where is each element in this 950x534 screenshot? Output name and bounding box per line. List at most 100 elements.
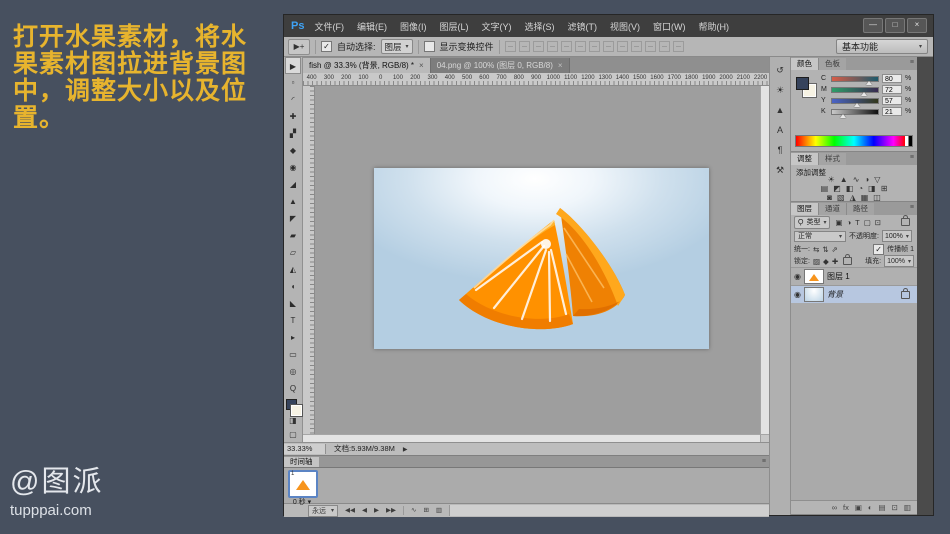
timeline-scrollbar[interactable] — [449, 505, 769, 516]
background-color-swatch[interactable] — [291, 405, 302, 416]
dodge-tool[interactable]: ◖ — [285, 278, 301, 295]
channel-value-field[interactable]: 72 — [882, 85, 902, 94]
paragraph-panel-icon[interactable]: ¶ — [772, 143, 788, 157]
filter-type-layers-icon[interactable]: T — [855, 218, 860, 227]
panel-menu-icon[interactable]: ≡ — [910, 59, 914, 66]
path-selection-tool[interactable]: ▸ — [285, 329, 301, 346]
lock-transparency-icon[interactable]: ▨ — [813, 257, 820, 266]
menu-window[interactable]: 窗口(W) — [653, 20, 686, 33]
levels-icon[interactable]: ▲ — [840, 176, 848, 184]
filter-adjustment-layers-icon[interactable]: ◑ — [847, 218, 852, 227]
filter-switch-icon[interactable] — [901, 215, 910, 226]
filter-type-dropdown[interactable]: Ϙ 类型 ▾ — [794, 215, 831, 229]
eraser-tool[interactable]: ▰ — [285, 227, 301, 244]
zoom-tool[interactable]: Q — [285, 380, 301, 397]
layer-name[interactable]: 背景 — [827, 289, 843, 300]
distribute-left-edges-icon[interactable] — [630, 41, 642, 52]
zoom-level-field[interactable]: 33.33% — [284, 444, 326, 454]
type-tool[interactable]: T — [285, 312, 301, 329]
tab-swatches[interactable]: 色板 — [818, 58, 846, 70]
hand-tool[interactable]: ◎ — [285, 363, 301, 380]
align-horizontal-centers-icon[interactable] — [560, 41, 572, 52]
move-tool-preset-icon[interactable]: ▶+ — [288, 38, 310, 55]
black-slider[interactable]: K 21 % — [821, 106, 913, 118]
menu-file[interactable]: 文件(F) — [314, 20, 344, 33]
canvas-viewport[interactable] — [303, 86, 769, 434]
lock-all-icon[interactable] — [843, 254, 853, 265]
unify-position-icon[interactable]: ⇆ — [813, 245, 819, 254]
black-white-icon[interactable]: ◧ — [846, 185, 854, 193]
align-right-edges-icon[interactable] — [574, 41, 586, 52]
lock-position-icon[interactable]: ✚ — [832, 257, 838, 266]
tab-styles[interactable]: 样式 — [818, 153, 846, 165]
workspace-dropdown[interactable]: 基本功能 ▾ — [836, 39, 928, 54]
animation-frame-1[interactable]: 1 — [288, 470, 318, 498]
status-options-arrow[interactable]: ▶ — [403, 446, 408, 453]
slider-thumb[interactable] — [854, 102, 861, 107]
slider-thumb[interactable] — [840, 113, 847, 118]
clone-stamp-tool[interactable]: ▲ — [285, 193, 301, 210]
adjustments-panel-icon[interactable]: ☀ — [772, 83, 788, 97]
distribute-top-edges-icon[interactable] — [588, 41, 600, 52]
timeline-tab[interactable]: 时间轴 — [284, 457, 319, 467]
brush-tool[interactable]: ◢ — [285, 176, 301, 193]
rectangle-tool[interactable]: ▭ — [285, 346, 301, 363]
color-spectrum-ramp[interactable] — [795, 135, 913, 147]
panel-menu-icon[interactable]: ≡ — [910, 154, 914, 161]
next-frame-button[interactable]: ▶▶ — [386, 505, 396, 516]
distribute-vertical-centers-icon[interactable] — [602, 41, 614, 52]
brightness-contrast-icon[interactable]: ☀ — [828, 176, 835, 184]
lock-pixels-icon[interactable]: ◆ — [823, 257, 829, 266]
document-tab-fish[interactable]: fish @ 33.3% (背景, RGB/8) * × — [303, 58, 431, 73]
menu-select[interactable]: 选择(S) — [524, 20, 554, 33]
blur-tool[interactable]: ◭ — [285, 261, 301, 278]
align-vertical-centers-icon[interactable] — [518, 41, 530, 52]
screen-mode-button[interactable]: ▢ — [285, 428, 301, 442]
layer-name[interactable]: 图层 1 — [827, 271, 850, 282]
filter-shape-layers-icon[interactable]: ▢ — [864, 218, 871, 227]
gradient-map-icon[interactable]: ▦ — [861, 194, 869, 202]
align-left-edges-icon[interactable] — [546, 41, 558, 52]
filter-pixel-layers-icon[interactable]: ▣ — [835, 218, 842, 227]
curves-icon[interactable]: ∿ — [853, 176, 860, 184]
quick-mask-mode-button[interactable]: ◨ — [285, 414, 301, 428]
slider-thumb[interactable] — [865, 80, 872, 85]
invert-icon[interactable]: ◙ — [827, 194, 832, 202]
distribute-bottom-edges-icon[interactable] — [616, 41, 628, 52]
blend-mode-dropdown[interactable]: 正常 ▾ — [794, 230, 846, 242]
layer-thumbnail[interactable] — [803, 287, 824, 302]
layer-thumbnail[interactable] — [803, 269, 824, 284]
menu-type[interactable]: 文字(Y) — [481, 20, 511, 33]
history-panel-icon[interactable]: ↺ — [772, 63, 788, 77]
menu-filter[interactable]: 滤镜(T) — [567, 20, 597, 33]
tab-paths[interactable]: 路径 — [846, 203, 874, 215]
move-tool[interactable]: ▶ — [285, 57, 301, 74]
tab-adjustments[interactable]: 调整 — [791, 153, 818, 165]
document-tab-04png[interactable]: 04.png @ 100% (图层 0, RGB/8) × — [430, 58, 570, 73]
gradient-tool[interactable]: ▱ — [285, 244, 301, 261]
selective-color-icon[interactable]: ◫ — [873, 194, 881, 202]
channel-value-field[interactable]: 21 — [882, 107, 902, 116]
delete-layer-icon[interactable]: ▥ — [904, 502, 911, 514]
hue-saturation-icon[interactable]: ▤ — [821, 185, 829, 193]
eyedropper-tool[interactable]: ◆ — [285, 142, 301, 159]
maximize-button[interactable]: □ — [885, 18, 905, 33]
first-frame-button[interactable]: ◀◀ — [345, 505, 355, 516]
fill-dropdown[interactable]: 100% ▾ — [884, 255, 914, 267]
align-bottom-edges-icon[interactable] — [532, 41, 544, 52]
delete-frame-button[interactable]: ▥ — [436, 505, 442, 516]
propagate-frame-checkbox[interactable]: ✓ — [873, 243, 885, 255]
menu-layer[interactable]: 图层(L) — [439, 20, 468, 33]
new-layer-icon[interactable]: ⊡ — [892, 502, 898, 514]
distribute-horizontal-centers-icon[interactable] — [644, 41, 656, 52]
tween-button[interactable]: ∿ — [411, 505, 416, 516]
slider-track[interactable] — [831, 86, 879, 96]
history-brush-tool[interactable]: ◤ — [285, 210, 301, 227]
minimize-button[interactable]: — — [863, 18, 883, 33]
slider-track[interactable] — [831, 97, 879, 107]
menu-image[interactable]: 图像(I) — [400, 20, 427, 33]
exposure-icon[interactable]: ◑ — [864, 176, 869, 184]
channel-value-field[interactable]: 80 — [882, 74, 902, 83]
color-lookup-icon[interactable]: ⊞ — [881, 185, 888, 193]
crop-tool[interactable]: ▞ — [285, 125, 301, 142]
